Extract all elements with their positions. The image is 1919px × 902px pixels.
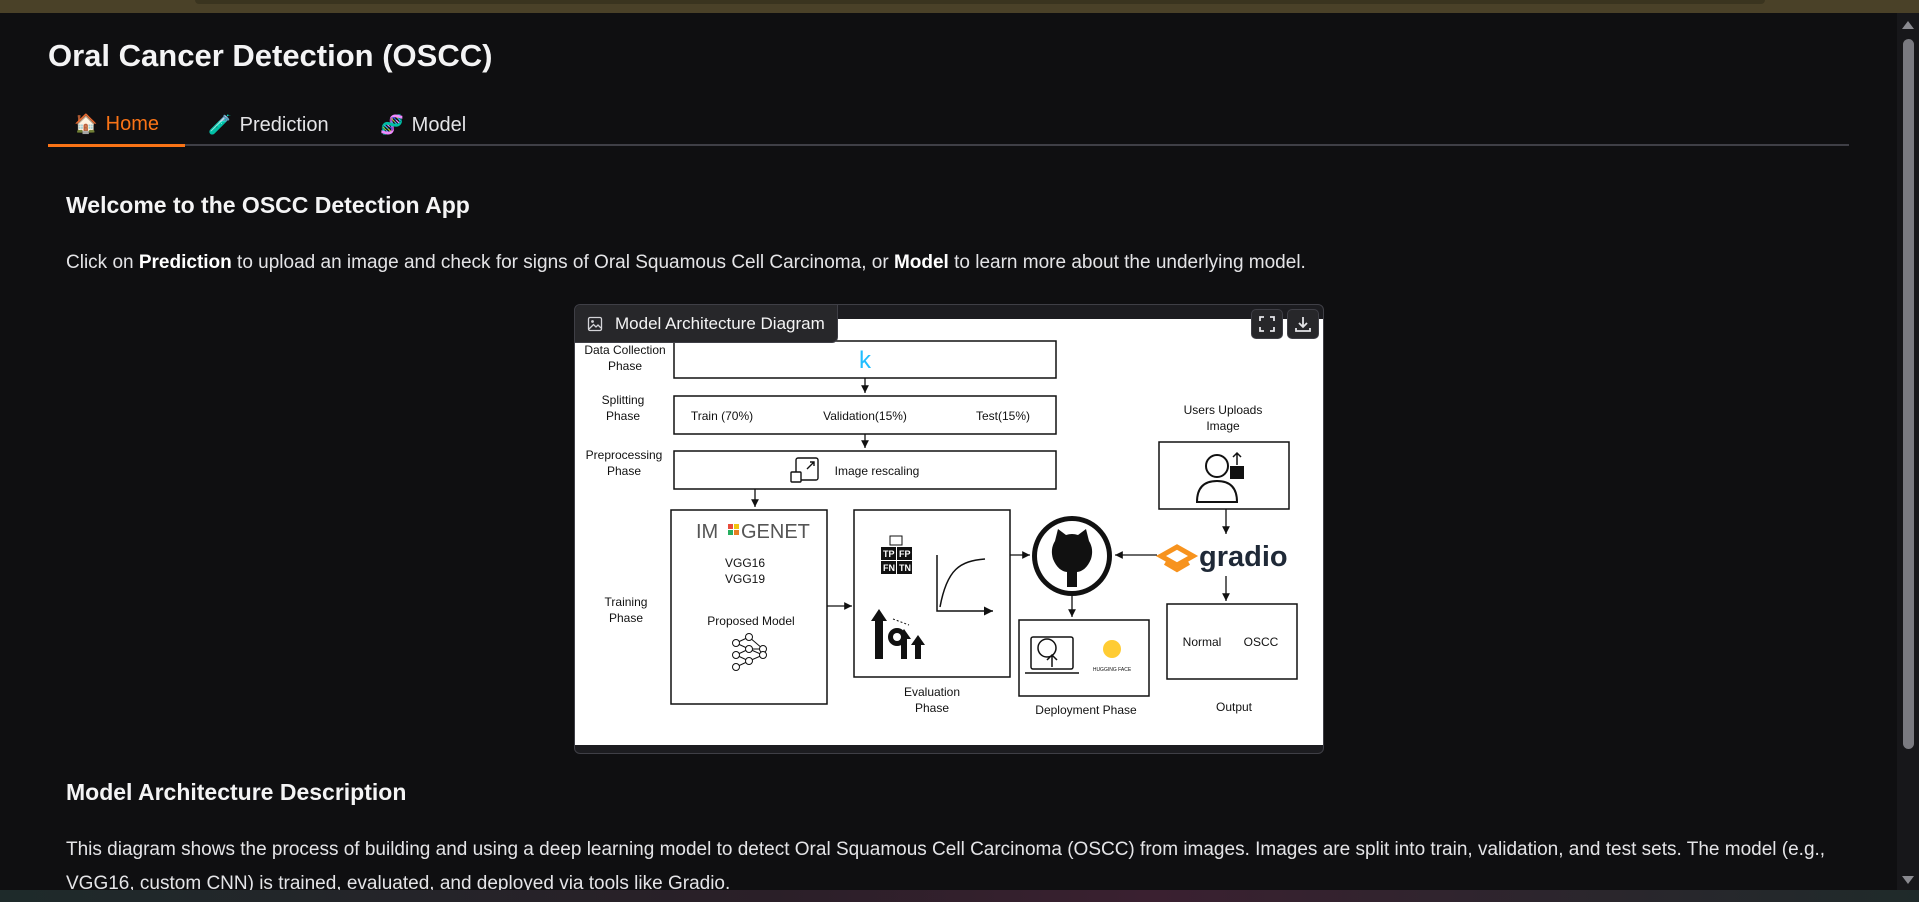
cm-fp: FP <box>899 549 911 559</box>
fullscreen-icon <box>1259 316 1275 332</box>
users-upload-1: Users Uploads <box>1184 403 1263 417</box>
tab-model[interactable]: 🧬 Model <box>354 104 492 146</box>
imagenet-logo: IM GENET <box>696 521 810 543</box>
scroll-down-icon[interactable] <box>1902 876 1914 884</box>
fullscreen-button[interactable] <box>1251 309 1283 339</box>
gradio-logo-icon <box>1155 544 1199 573</box>
github-icon <box>1032 516 1112 596</box>
cm-fn: FN <box>883 563 895 573</box>
phase-data-collection-2: Phase <box>608 359 642 373</box>
imagenet-post: GENET <box>741 521 810 543</box>
intro-text-3: to learn more about the underlying model… <box>948 252 1306 273</box>
image-rescaling-text: Image rescaling <box>835 464 920 478</box>
diagram-label-text: Model Architecture Diagram <box>615 313 825 333</box>
download-button[interactable] <box>1287 309 1319 339</box>
cm-tp: TP <box>883 549 895 559</box>
split-test: Test(15%) <box>976 409 1030 423</box>
phase-evaluation-2: Phase <box>915 701 949 715</box>
download-icon <box>1295 317 1311 332</box>
output-normal: Normal <box>1183 635 1222 649</box>
tab-prediction[interactable]: 🧪 Prediction <box>182 104 355 146</box>
phase-splitting-1: Splitting <box>602 393 645 407</box>
tab-bar: 🏠 Home 🧪 Prediction 🧬 Model <box>48 104 1849 147</box>
hugging-face-icon <box>1103 640 1121 658</box>
intro-paragraph: Click on Prediction to upload an image a… <box>66 246 1306 280</box>
diagram-label: Model Architecture Diagram <box>575 305 838 343</box>
users-upload-2: Image <box>1206 419 1240 433</box>
phase-splitting-2: Phase <box>606 409 640 423</box>
image-actions <box>1251 309 1319 339</box>
tab-prediction-label: Prediction <box>239 113 329 136</box>
scrollbar-thumb[interactable] <box>1903 39 1914 749</box>
dna-icon: 🧬 <box>380 115 404 136</box>
phase-preprocessing-2: Phase <box>607 464 641 478</box>
tab-home[interactable]: 🏠 Home <box>48 104 186 147</box>
deployment-box <box>1018 619 1150 697</box>
intro-bold-prediction: Prediction <box>138 252 232 273</box>
split-train: Train (70%) <box>691 409 753 423</box>
model-vgg16: VGG16 <box>725 556 765 570</box>
split-validation: Validation(15%) <box>823 409 907 423</box>
diagram-canvas: Data Collection Phase Splitting Phase Pr… <box>575 319 1323 745</box>
page-scrollbar[interactable] <box>1897 13 1919 890</box>
house-icon: 🏠 <box>74 114 98 135</box>
cm-tn: TN <box>899 563 911 573</box>
image-icon <box>587 316 603 331</box>
intro-text-1: Click on <box>66 252 139 273</box>
phase-training-1: Training <box>605 595 648 609</box>
phase-evaluation-1: Evaluation <box>904 685 960 699</box>
top-bar-pill <box>195 0 1765 4</box>
phase-deployment: Deployment Phase <box>1035 703 1137 717</box>
proposed-model-text: Proposed Model <box>707 614 794 628</box>
browser-top-bar <box>0 0 1919 13</box>
app-title: Oral Cancer Detection (OSCC) <box>48 38 493 73</box>
intro-text-2: to upload an image and check for signs o… <box>231 252 894 273</box>
diagram-image-card: Model Architecture Diagram Data Collecti… <box>574 304 1324 754</box>
phase-preprocessing-1: Preprocessing <box>586 448 663 462</box>
phase-data-collection-1: Data Collection <box>584 343 665 357</box>
model-vgg19: VGG19 <box>725 572 765 586</box>
tab-model-label: Model <box>411 113 467 136</box>
phase-training-2: Phase <box>609 611 643 625</box>
architecture-diagram: Data Collection Phase Splitting Phase Pr… <box>584 340 1298 717</box>
test-tube-icon: 🧪 <box>208 115 232 136</box>
intro-bold-model: Model <box>893 252 949 273</box>
phase-output: Output <box>1216 700 1253 714</box>
scroll-up-icon[interactable] <box>1902 21 1914 29</box>
tab-home-label: Home <box>105 112 160 135</box>
taskbar-strip <box>0 890 1919 902</box>
description-heading: Model Architecture Description <box>66 779 407 805</box>
output-oscc: OSCC <box>1244 635 1279 649</box>
kaggle-k: k <box>859 347 872 374</box>
gradio-text: gradio <box>1199 541 1288 573</box>
welcome-heading: Welcome to the OSCC Detection App <box>66 192 470 218</box>
hugging-face-text: HUGGING FACE <box>1093 667 1132 673</box>
imagenet-pre: IM <box>696 521 718 543</box>
